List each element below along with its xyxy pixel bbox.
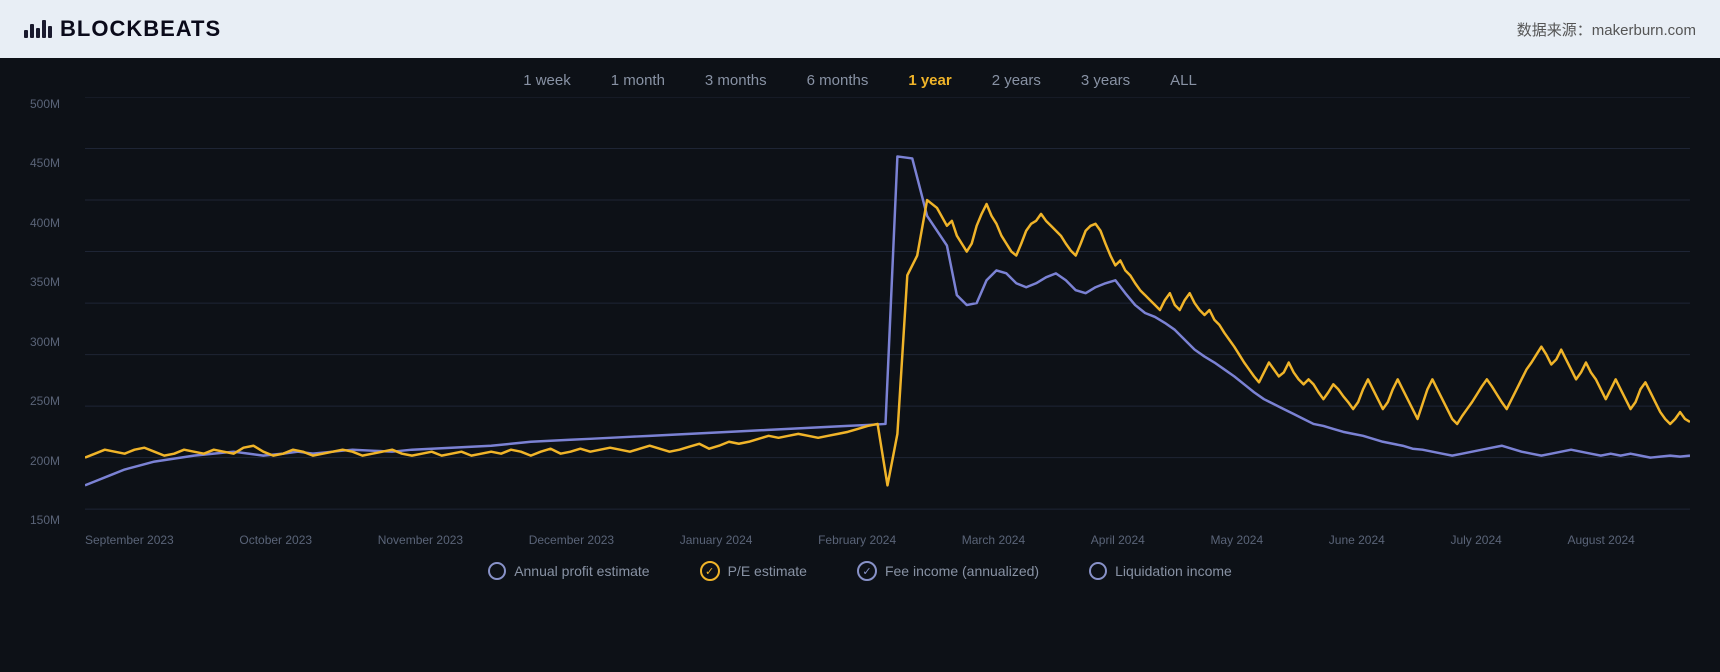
legend-liquidation: Liquidation income: [1089, 561, 1232, 581]
x-label-oct23: October 2023: [239, 533, 312, 547]
y-label-400m: 400M: [30, 216, 80, 230]
x-label-mar24: March 2024: [962, 533, 1025, 547]
legend-pe-estimate: ✓ P/E estimate: [700, 561, 807, 581]
filter-3years[interactable]: 3 years: [1081, 72, 1130, 89]
legend: Annual profit estimate ✓ P/E estimate ✓ …: [0, 547, 1720, 595]
x-label-feb24: February 2024: [818, 533, 896, 547]
x-label-may24: May 2024: [1210, 533, 1263, 547]
chart-container: 1 week 1 month 3 months 6 months 1 year …: [0, 58, 1720, 672]
logo: BLOCKBEATS: [24, 16, 221, 42]
x-label-dec23: December 2023: [529, 533, 614, 547]
header: BLOCKBEATS 数据来源：makerburn.com: [0, 0, 1720, 58]
x-label-jun24: June 2024: [1329, 533, 1385, 547]
filter-2years[interactable]: 2 years: [992, 72, 1041, 89]
chart-svg: [85, 97, 1690, 523]
logo-text: BLOCKBEATS: [60, 16, 221, 42]
y-label-150m: 150M: [30, 513, 80, 527]
legend-check-pe: ✓: [700, 561, 720, 581]
data-source: 数据来源：makerburn.com: [1517, 19, 1696, 40]
legend-circle-annual: [488, 562, 506, 580]
filter-1year[interactable]: 1 year: [908, 72, 951, 89]
x-label-jan24: January 2024: [680, 533, 753, 547]
legend-label-fee: Fee income (annualized): [885, 563, 1039, 579]
legend-annual-profit: Annual profit estimate: [488, 561, 649, 581]
legend-circle-liquidation: [1089, 562, 1107, 580]
y-label-450m: 450M: [30, 156, 80, 170]
x-label-nov23: November 2023: [378, 533, 463, 547]
y-label-300m: 300M: [30, 335, 80, 349]
y-label-200m: 200M: [30, 454, 80, 468]
y-axis: 500M 450M 400M 350M 300M 250M 200M 150M: [30, 97, 80, 527]
x-label-sep23: September 2023: [85, 533, 174, 547]
logo-icon: [24, 20, 52, 38]
x-label-apr24: April 2024: [1091, 533, 1145, 547]
filter-6months[interactable]: 6 months: [807, 72, 869, 89]
time-filters: 1 week 1 month 3 months 6 months 1 year …: [0, 58, 1720, 97]
x-label-jul24: July 2024: [1450, 533, 1501, 547]
legend-label-annual: Annual profit estimate: [514, 563, 649, 579]
legend-fee-income: ✓ Fee income (annualized): [857, 561, 1039, 581]
y-label-350m: 350M: [30, 275, 80, 289]
x-axis: September 2023 October 2023 November 202…: [30, 527, 1690, 547]
y-label-500m: 500M: [30, 97, 80, 111]
filter-3months[interactable]: 3 months: [705, 72, 767, 89]
filter-all[interactable]: ALL: [1170, 72, 1197, 89]
x-label-aug24: August 2024: [1567, 533, 1634, 547]
legend-label-pe: P/E estimate: [728, 563, 807, 579]
legend-check-fee: ✓: [857, 561, 877, 581]
chart-area: 500M 450M 400M 350M 300M 250M 200M 150M: [30, 97, 1690, 527]
y-label-250m: 250M: [30, 394, 80, 408]
legend-label-liquidation: Liquidation income: [1115, 563, 1232, 579]
filter-1week[interactable]: 1 week: [523, 72, 571, 89]
filter-1month[interactable]: 1 month: [611, 72, 665, 89]
